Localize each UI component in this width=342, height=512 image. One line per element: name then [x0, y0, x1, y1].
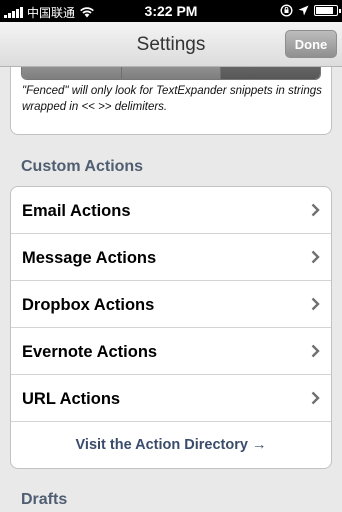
textexpander-panel: No Fenced All "Fenced" will only look fo…	[10, 67, 332, 135]
section-header-drafts: Drafts	[21, 491, 68, 508]
chevron-right-icon	[311, 344, 320, 358]
url-actions-row[interactable]: URL Actions	[11, 375, 331, 422]
message-actions-row[interactable]: Message Actions	[11, 234, 331, 281]
action-directory-row[interactable]: Visit the Action Directory →	[11, 422, 331, 468]
custom-actions-group: Email Actions Message Actions Dropbox Ac…	[10, 186, 332, 469]
navigation-bar: Settings Done	[0, 22, 342, 67]
segment-fenced[interactable]: Fenced	[121, 67, 222, 79]
status-bar: 中国联通 3:22 PM	[0, 0, 342, 22]
location-arrow-icon	[298, 5, 309, 16]
done-button[interactable]: Done	[285, 30, 337, 58]
row-label: Evernote Actions	[22, 343, 158, 361]
chevron-right-icon	[311, 203, 320, 217]
email-actions-row[interactable]: Email Actions	[11, 187, 331, 234]
dropbox-actions-row[interactable]: Dropbox Actions	[11, 281, 331, 328]
status-right	[280, 4, 341, 17]
textexpander-segmented-control[interactable]: No Fenced All	[21, 67, 321, 80]
settings-content[interactable]: No Fenced All "Fenced" will only look fo…	[0, 67, 342, 512]
row-label: Dropbox Actions	[22, 296, 155, 314]
evernote-actions-row[interactable]: Evernote Actions	[11, 328, 331, 375]
chevron-right-icon	[311, 297, 320, 311]
row-label: Message Actions	[22, 249, 157, 267]
battery-icon	[314, 5, 341, 16]
chevron-right-icon	[311, 391, 320, 405]
segment-all[interactable]: All	[221, 67, 320, 79]
row-label: Email Actions	[22, 202, 131, 220]
rotation-lock-icon	[280, 4, 293, 17]
row-label: URL Actions	[22, 390, 121, 408]
fenced-note: "Fenced" will only look for TextExpander…	[22, 85, 322, 113]
segment-no[interactable]: No	[22, 67, 122, 79]
section-header-custom-actions: Custom Actions	[21, 158, 144, 175]
chevron-right-icon	[311, 250, 320, 264]
action-directory-link[interactable]: Visit the Action Directory →	[11, 437, 331, 453]
